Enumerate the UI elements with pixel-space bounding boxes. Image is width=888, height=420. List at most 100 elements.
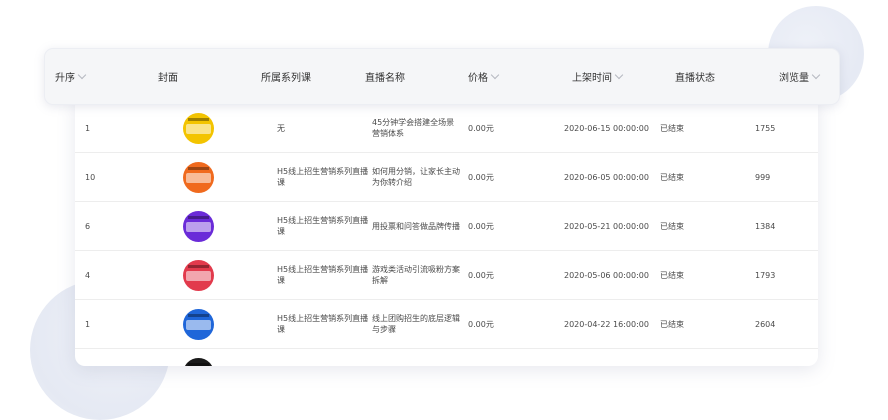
cell-seq: 1 bbox=[85, 300, 90, 348]
cell-series: H5线上招生营销系列直播课 bbox=[277, 153, 369, 201]
header-time-label: 上架时间 bbox=[572, 73, 612, 84]
cell-seq: 6 bbox=[85, 202, 90, 250]
cell-status-text: 已结束 bbox=[660, 123, 684, 133]
cell-series-text: H5线上招生营销系列直播课 bbox=[277, 314, 369, 334]
cell-views-text: 1755 bbox=[755, 123, 776, 133]
cell-views: 2604 bbox=[755, 300, 775, 348]
cell-cover[interactable] bbox=[180, 251, 216, 299]
cell-series-text: H5线上招生营销系列直播课 bbox=[277, 216, 369, 236]
chevron-down-icon bbox=[77, 70, 87, 79]
header-seq-label: 升序 bbox=[55, 73, 75, 84]
table-row[interactable]: 1 H5线上招生营销系列直播课 线上团购招生的底层逻辑与步骤 0.00元 2020-04… bbox=[75, 300, 818, 349]
cell-status: 已结束 bbox=[660, 104, 684, 152]
cell-seq: 4 bbox=[85, 251, 90, 299]
cell-series: 无 bbox=[277, 104, 369, 152]
cell-name-text: 游戏类活动引流吸粉方案拆解 bbox=[372, 265, 460, 285]
table-body: 1 无 45分钟学会搭建全场景营销体系 0.00元 2020-06-15 00:00:0… bbox=[75, 104, 818, 366]
cover-thumbnail[interactable] bbox=[182, 161, 214, 193]
cell-series-text: H5线上招生营销系列直播课 bbox=[277, 167, 369, 187]
cell-name: 线上团购招生的底层逻辑与步骤 bbox=[372, 300, 462, 348]
cell-time: 2020-06-05 00:00:00 bbox=[564, 153, 649, 201]
cell-cover[interactable] bbox=[180, 104, 216, 152]
cover-stripe bbox=[187, 215, 209, 219]
cell-views-text: 1384 bbox=[755, 221, 776, 231]
header-status: 直播状态 bbox=[675, 49, 715, 104]
cover-title-band bbox=[185, 319, 211, 330]
table-row[interactable]: 6 H5线上招生营销系列直播课 用投票和问答做品牌传播 0.00元 2020-05-21… bbox=[75, 202, 818, 251]
cell-price: 0.00元 bbox=[468, 251, 494, 299]
cell-cover[interactable] bbox=[180, 202, 216, 250]
cell-price: 0.00元 bbox=[468, 153, 494, 201]
cover-title-band bbox=[185, 221, 211, 232]
cell-name bbox=[372, 349, 462, 366]
cell-status: 已结束 bbox=[660, 202, 684, 250]
cover-stripe bbox=[187, 362, 209, 366]
cell-time: 2020-05-21 00:00:00 bbox=[564, 202, 649, 250]
table-row[interactable]: 1 无 45分钟学会搭建全场景营销体系 0.00元 2020-06-15 00:00:0… bbox=[75, 104, 818, 153]
header-status-label: 直播状态 bbox=[675, 73, 715, 84]
cell-name-text: 线上团购招生的底层逻辑与步骤 bbox=[372, 314, 460, 334]
cell-price-text: 0.00元 bbox=[468, 221, 494, 231]
cover-title-band bbox=[185, 270, 211, 281]
cover-stripe bbox=[187, 264, 209, 268]
cell-series: H5线上招生营销系列直播课 bbox=[277, 202, 369, 250]
chevron-down-icon bbox=[811, 70, 821, 79]
cell-seq: 1 bbox=[85, 104, 90, 152]
cell-cover[interactable] bbox=[180, 153, 216, 201]
cell-views-text: 2604 bbox=[755, 319, 776, 329]
cell-seq-text: 1 bbox=[85, 319, 91, 329]
cover-thumbnail[interactable] bbox=[182, 210, 214, 242]
header-views-label: 浏览量 bbox=[779, 73, 809, 84]
cell-price: 0.00元 bbox=[468, 104, 494, 152]
cell-price-text: 0.00元 bbox=[468, 270, 494, 280]
cell-seq-text: 1 bbox=[85, 123, 91, 133]
table-row[interactable]: 4 H5线上招生营销系列直播课 游戏类活动引流吸粉方案拆解 0.00元 2020-05-… bbox=[75, 251, 818, 300]
cover-thumbnail[interactable] bbox=[182, 308, 214, 340]
header-name: 直播名称 bbox=[365, 49, 405, 104]
cell-price-text: 0.00元 bbox=[468, 123, 494, 133]
cell-seq: 10 bbox=[85, 153, 95, 201]
header-time[interactable]: 上架时间 bbox=[572, 49, 624, 104]
cell-name-text: 用投票和问答做品牌传播 bbox=[372, 221, 460, 231]
cell-time-text: 2020-06-05 00:00:00 bbox=[564, 172, 649, 182]
header-series-label: 所属系列课 bbox=[261, 73, 311, 84]
cell-cover[interactable] bbox=[180, 349, 216, 366]
cell-views: 1384 bbox=[755, 202, 775, 250]
cell-seq-text: 6 bbox=[85, 221, 91, 231]
cell-time-text: 2020-04-22 16:00:00 bbox=[564, 319, 649, 329]
cell-time: 2020-05-06 00:00:00 bbox=[564, 251, 649, 299]
cover-title-band bbox=[185, 172, 211, 183]
header-views[interactable]: 浏览量 bbox=[779, 49, 821, 104]
header-seq[interactable]: 升序 bbox=[55, 49, 87, 104]
cell-series-text: H5线上招生营销系列直播课 bbox=[277, 265, 369, 285]
cell-series-text: 无 bbox=[277, 123, 285, 133]
cell-seq-text: 4 bbox=[85, 270, 91, 280]
cell-time-text: 2020-06-15 00:00:00 bbox=[564, 123, 649, 133]
cell-views-text: 1793 bbox=[755, 270, 776, 280]
cell-series: H5线上招生营销系列直播课 bbox=[277, 300, 369, 348]
cover-thumbnail[interactable] bbox=[182, 112, 214, 144]
cell-views-text: 999 bbox=[755, 172, 771, 182]
cell-cover[interactable] bbox=[180, 300, 216, 348]
cover-stripe bbox=[187, 166, 209, 170]
cell-status-text: 已结束 bbox=[660, 270, 684, 280]
cell-name: 游戏类活动引流吸粉方案拆解 bbox=[372, 251, 462, 299]
cover-stripe bbox=[187, 313, 209, 317]
table-row[interactable] bbox=[75, 349, 818, 366]
cell-name: 用投票和问答做品牌传播 bbox=[372, 202, 462, 250]
table-row[interactable]: 10 H5线上招生营销系列直播课 如何用分销，让家长主动为你转介绍 0.00元 2020… bbox=[75, 153, 818, 202]
header-name-label: 直播名称 bbox=[365, 73, 405, 84]
cell-name: 如何用分销，让家长主动为你转介绍 bbox=[372, 153, 462, 201]
cover-thumbnail[interactable] bbox=[182, 259, 214, 291]
cell-price: 0.00元 bbox=[468, 300, 494, 348]
cell-name-text: 45分钟学会搭建全场景营销体系 bbox=[372, 118, 455, 138]
header-price[interactable]: 价格 bbox=[468, 49, 500, 104]
cell-price: 0.00元 bbox=[468, 202, 494, 250]
cell-status-text: 已结束 bbox=[660, 319, 684, 329]
cover-title-band bbox=[185, 123, 211, 134]
cell-views: 1793 bbox=[755, 251, 775, 299]
chevron-down-icon bbox=[490, 70, 500, 79]
header-series: 所属系列课 bbox=[261, 49, 311, 104]
cover-thumbnail[interactable] bbox=[182, 357, 214, 366]
table-header: 升序 封面 所属系列课 直播名称 价格 上架时间 直播状态 浏览量 bbox=[44, 48, 840, 105]
